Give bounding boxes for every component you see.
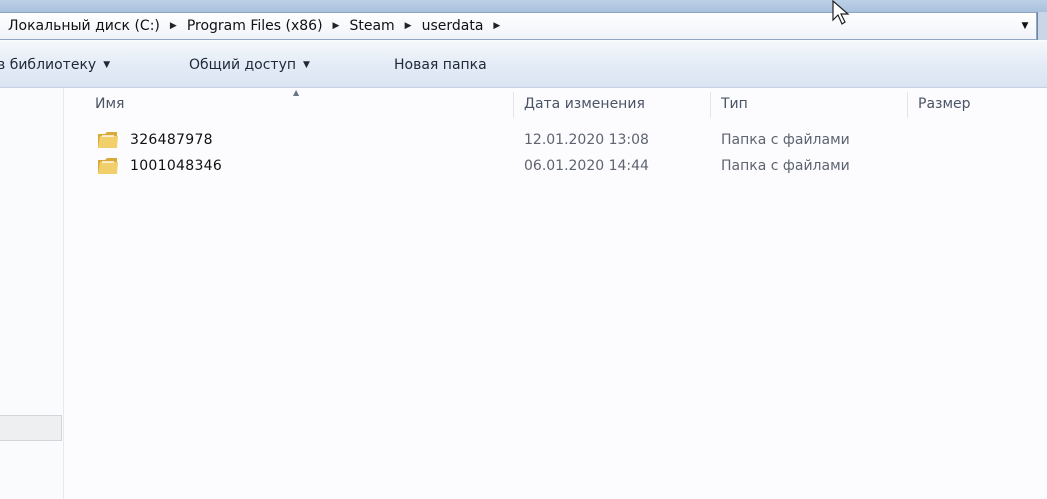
row-date: 12.01.2020 13:08 (524, 132, 649, 148)
add-to-library-button[interactable]: в библиотеку ▼ (0, 41, 110, 88)
column-divider[interactable] (907, 92, 908, 118)
chevron-down-icon: ▼ (303, 59, 310, 70)
column-header-size[interactable]: Размер (918, 88, 971, 120)
table-row[interactable]: 1001048346 06.01.2020 14:44 Папка с файл… (65, 153, 1047, 179)
row-type: Папка с файлами (721, 158, 850, 174)
breadcrumb-local-disk[interactable]: Локальный диск (C:) (8, 18, 160, 34)
address-bar-edge (1037, 12, 1047, 40)
command-toolbar: в библиотеку ▼ Общий доступ ▼ Новая папк… (0, 41, 1047, 88)
column-header-type[interactable]: Тип (721, 88, 748, 120)
breadcrumb-steam[interactable]: Steam (349, 18, 394, 34)
window-title-strip (0, 0, 1047, 12)
new-folder-label: Новая папка (394, 56, 487, 73)
add-to-library-label: в библиотеку (0, 56, 97, 73)
row-date: 06.01.2020 14:44 (524, 158, 649, 174)
chevron-right-icon[interactable]: ▶ (405, 21, 412, 31)
folder-icon (98, 132, 118, 148)
breadcrumb-userdata[interactable]: userdata (422, 18, 484, 34)
column-header-date[interactable]: Дата изменения (524, 88, 645, 120)
chevron-down-icon: ▼ (103, 59, 111, 70)
nav-scrollbar-thumb[interactable] (0, 415, 62, 441)
address-bar[interactable]: Локальный диск (C:) ▶ Program Files (x86… (0, 12, 1037, 40)
file-list[interactable]: ▲ Имя Дата изменения Тип Размер 32648797… (65, 88, 1047, 499)
chevron-right-icon[interactable]: ▶ (170, 21, 177, 31)
column-divider[interactable] (513, 92, 514, 118)
chevron-right-icon[interactable]: ▶ (493, 21, 500, 31)
row-type: Папка с файлами (721, 132, 850, 148)
sort-ascending-icon: ▲ (293, 88, 300, 97)
chevron-down-icon[interactable]: ▼ (1014, 13, 1036, 39)
share-button[interactable]: Общий доступ ▼ (189, 41, 310, 88)
folder-icon (98, 158, 118, 174)
row-name[interactable]: 1001048346 (130, 153, 222, 179)
mouse-cursor-icon (832, 0, 850, 25)
new-folder-button[interactable]: Новая папка (394, 41, 487, 88)
row-name[interactable]: 326487978 (130, 127, 213, 153)
breadcrumb-program-files[interactable]: Program Files (x86) (187, 18, 323, 34)
chevron-right-icon[interactable]: ▶ (333, 21, 340, 31)
share-label: Общий доступ (189, 56, 297, 73)
column-divider[interactable] (710, 92, 711, 118)
navigation-pane[interactable] (0, 88, 64, 499)
column-header-name[interactable]: Имя (95, 88, 124, 120)
table-row[interactable]: 326487978 12.01.2020 13:08 Папка с файла… (65, 127, 1047, 153)
